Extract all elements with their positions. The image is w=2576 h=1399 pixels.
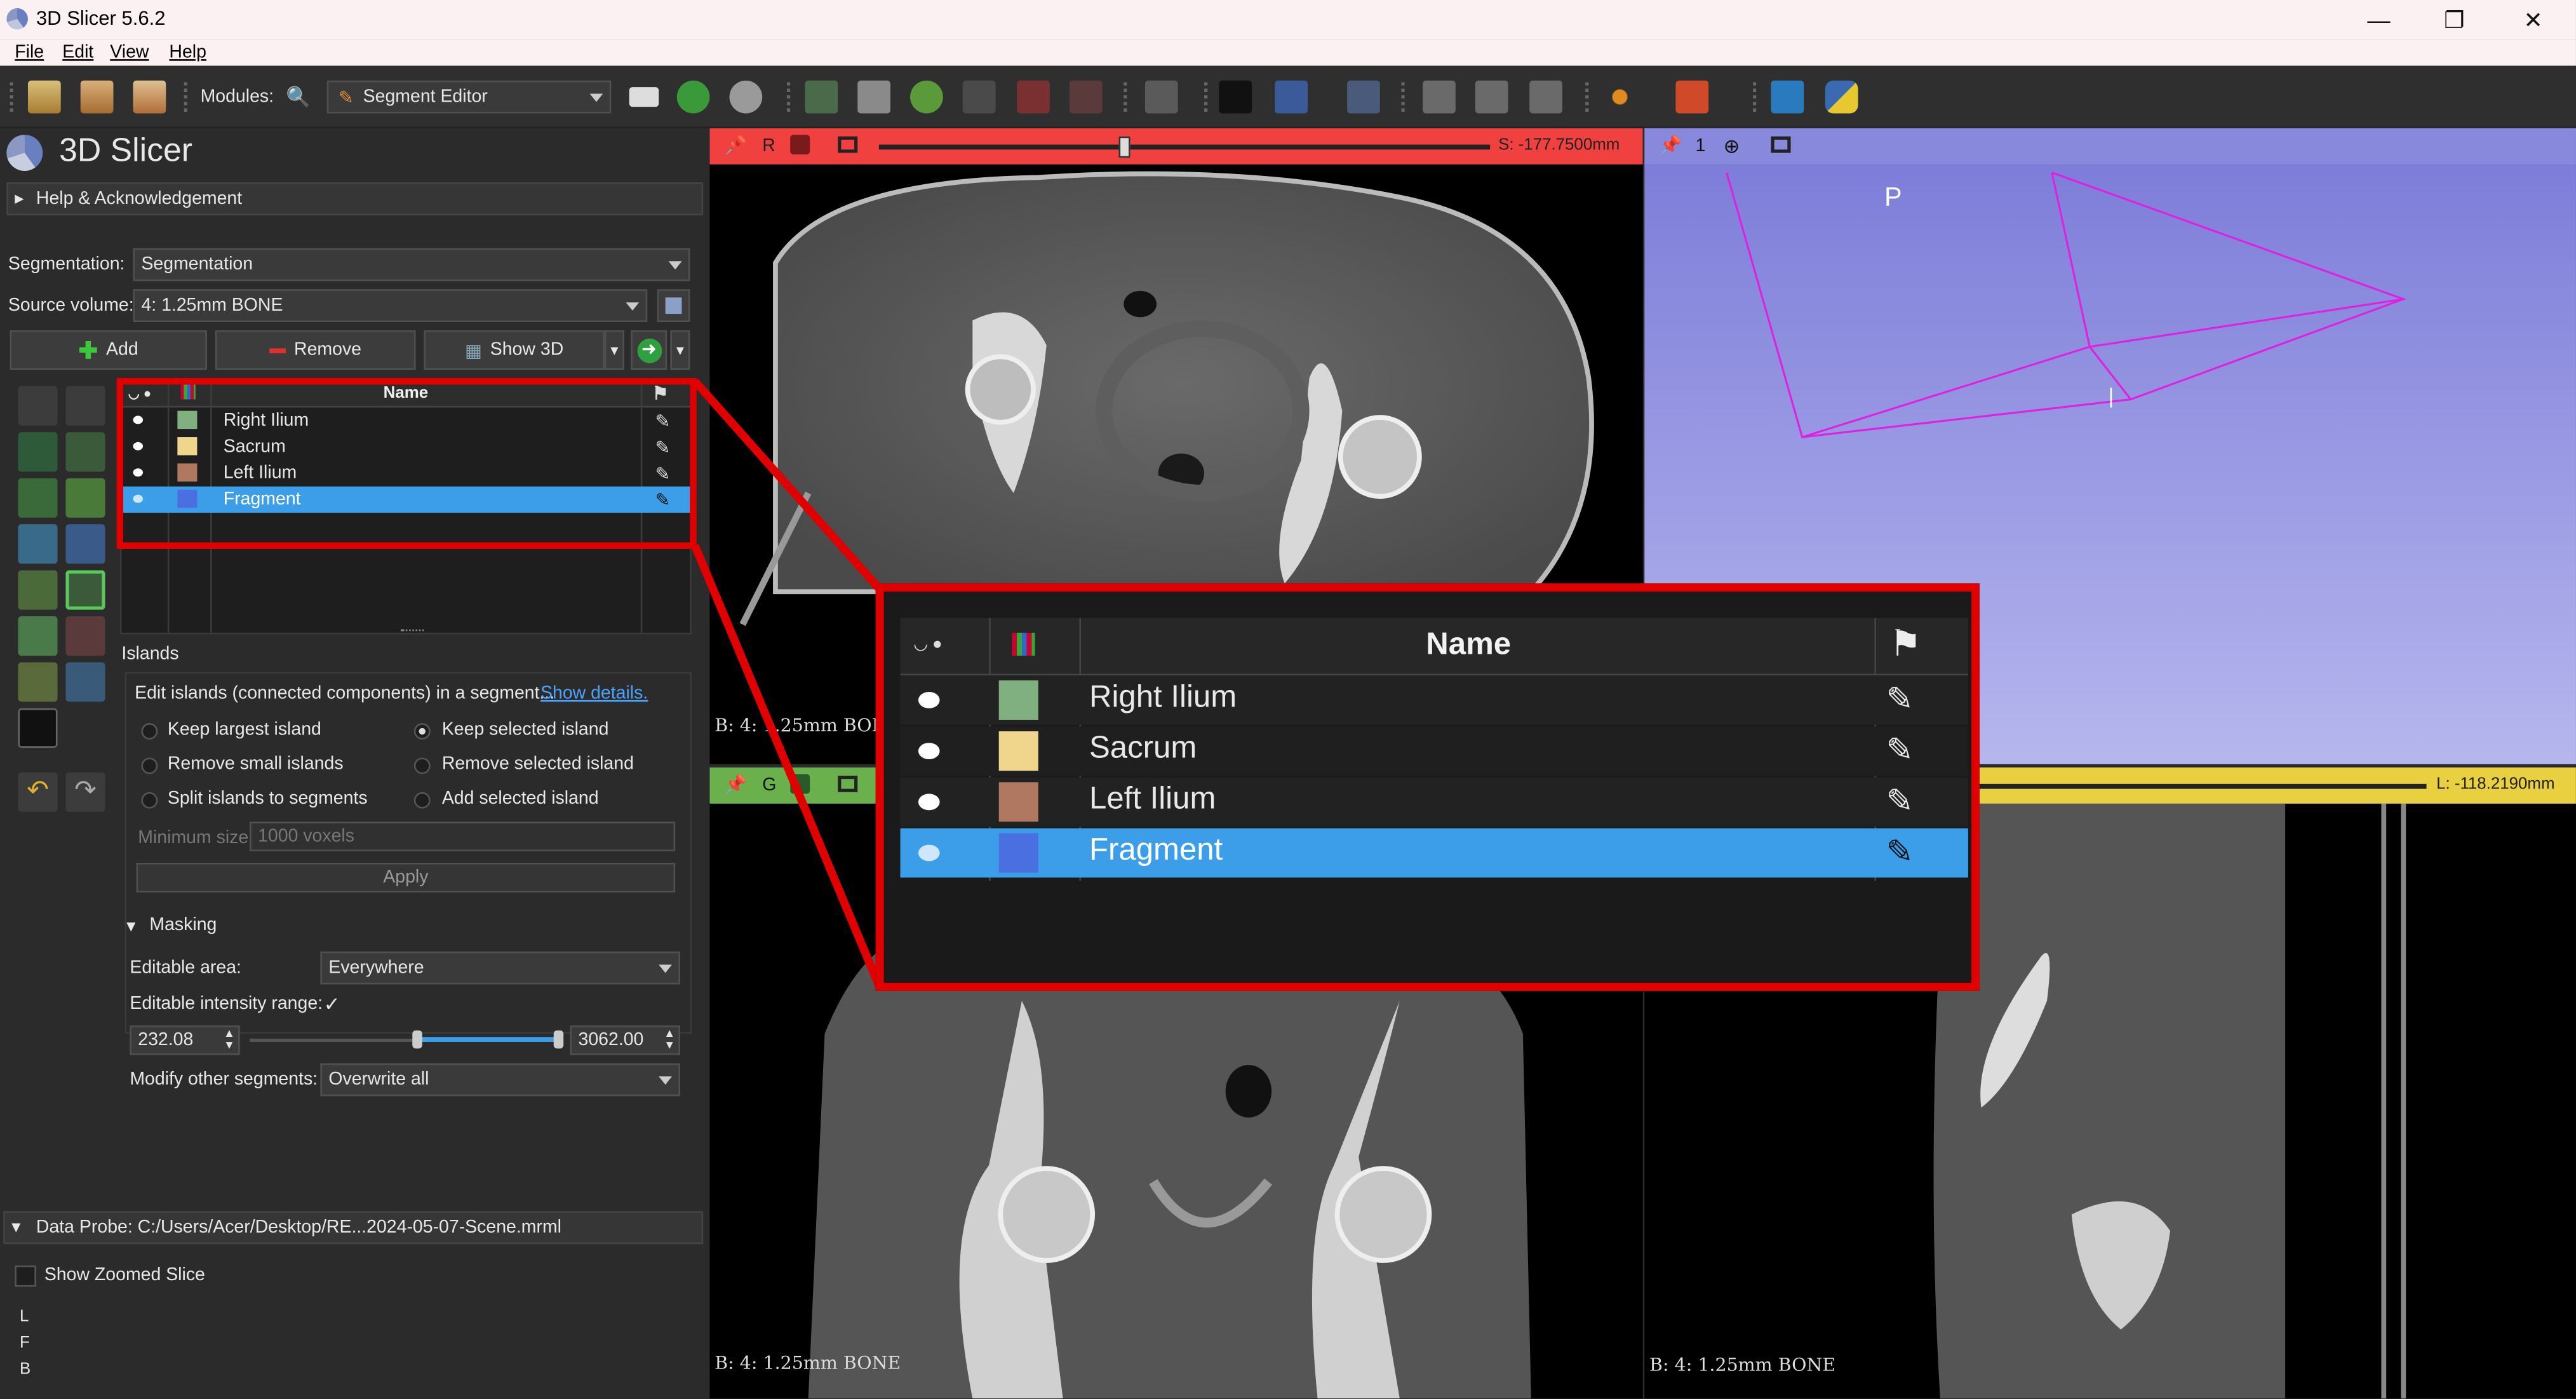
- segment-color-swatch: [998, 680, 1038, 720]
- color-header-icon: [1012, 632, 1035, 656]
- edit-pencil-icon: ✎: [1886, 682, 1914, 719]
- segment-color-swatch: [998, 731, 1038, 771]
- flag-icon: ⚑: [1889, 623, 1922, 665]
- zoomed-segment-row: Left Ilium ✎: [900, 777, 1968, 827]
- zoomed-table-header: ◡ ● Name ⚑: [900, 618, 1968, 676]
- segment-name: Right Ilium: [1089, 680, 1237, 715]
- edit-pencil-icon: ✎: [1886, 733, 1914, 769]
- segment-color-swatch: [998, 833, 1038, 873]
- segment-name: Left Ilium: [1089, 782, 1216, 817]
- visibility-eye-icon: [918, 844, 940, 862]
- edit-pencil-icon: ✎: [1886, 783, 1914, 820]
- edit-pencil-icon: ✎: [1886, 835, 1914, 871]
- visibility-eye-icon: [918, 794, 940, 811]
- zoomed-segment-row-selected: Fragment ✎: [900, 828, 1968, 878]
- segment-name: Sacrum: [1089, 731, 1197, 766]
- visibility-header-icon: ◡ ●: [913, 636, 943, 654]
- visibility-eye-icon: [918, 692, 940, 708]
- zoomed-segment-row: Right Ilium ✎: [900, 675, 1968, 725]
- visibility-eye-icon: [918, 743, 940, 760]
- segment-color-swatch: [998, 782, 1038, 822]
- zoomed-segments-callout: ◡ ● Name ⚑ Right Ilium ✎ Sacrum ✎ Left I…: [875, 583, 1980, 991]
- zoomed-segment-row: Sacrum ✎: [900, 726, 1968, 776]
- segment-name: Fragment: [1089, 833, 1223, 868]
- name-column-header: Name: [1426, 628, 1512, 663]
